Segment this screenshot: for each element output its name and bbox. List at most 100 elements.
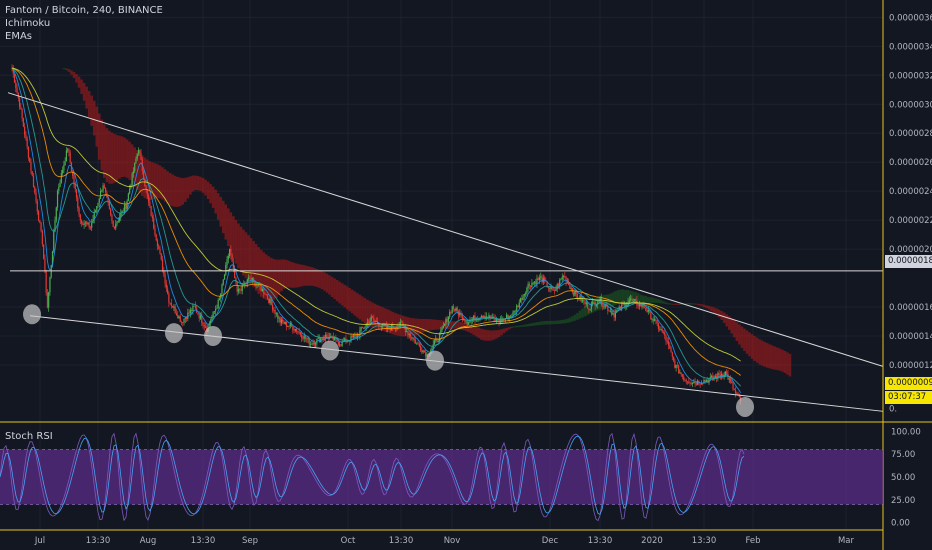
ichimoku-cloud-segment	[563, 319, 567, 324]
time-tick-label: 13:30	[588, 536, 613, 546]
candle-body	[676, 364, 678, 366]
candle-body	[524, 293, 527, 295]
candle-body	[417, 342, 419, 344]
candle-body	[101, 190, 103, 192]
candle-body	[614, 312, 617, 318]
candle-body	[247, 277, 250, 280]
price-tick-label: 0.00000160	[889, 303, 932, 313]
ichimoku-cloud-segment	[568, 317, 572, 323]
ichimoku-cloud-segment	[234, 219, 238, 264]
candle-body	[20, 107, 22, 110]
ichimoku-cloud-segment	[290, 261, 293, 288]
candle-body	[240, 290, 242, 291]
candle-body	[506, 314, 508, 319]
candle-body	[437, 341, 439, 342]
ichimoku-cloud-segment	[333, 278, 336, 300]
candle-body	[422, 350, 424, 353]
candle-body	[418, 343, 420, 347]
candle-body	[289, 323, 291, 327]
candle-body	[361, 327, 364, 329]
candle-body	[718, 373, 720, 376]
ichimoku-cloud-segment	[533, 322, 536, 326]
candle-body	[105, 187, 107, 193]
ichimoku-cloud-segment	[65, 68, 68, 70]
ichimoku-cloud-segment	[702, 304, 706, 308]
candle-body	[117, 220, 119, 222]
ichimoku-cloud-segment	[330, 276, 334, 297]
candle-body	[311, 343, 313, 345]
ichimoku-cloud-segment	[710, 306, 713, 312]
candle-body	[409, 333, 412, 337]
candle-body	[354, 335, 356, 337]
candle-body	[15, 82, 17, 88]
candle-body	[339, 344, 341, 346]
ichimoku-cloud-segment	[206, 181, 210, 200]
candle-body	[565, 276, 567, 283]
candle-body	[613, 313, 615, 318]
ichimoku-cloud-segment	[507, 327, 511, 330]
candle-body	[136, 153, 138, 159]
ichimoku-cloud-segment	[277, 259, 281, 295]
candle-body	[540, 276, 542, 278]
ichimoku-cloud-segment	[576, 312, 579, 320]
candle-body	[113, 227, 116, 229]
ichimoku-cloud-segment	[285, 259, 288, 288]
candle-body	[62, 170, 64, 174]
candle-body	[643, 307, 646, 309]
candle-body	[189, 309, 191, 314]
candle-body	[283, 322, 285, 325]
ichimoku-cloud-segment	[335, 280, 339, 302]
ichimoku-legend[interactable]: Ichimoku	[5, 17, 50, 30]
ema-legend[interactable]: EMAs	[5, 30, 32, 43]
candle-body	[681, 374, 684, 377]
time-tick-label: Mar	[838, 536, 855, 546]
candle-body	[177, 315, 179, 319]
candle-body	[441, 327, 443, 330]
ichimoku-cloud-segment	[424, 318, 427, 332]
candle-body	[65, 150, 67, 162]
stoch-rsi-band	[0, 449, 883, 505]
symbol-legend[interactable]: Fantom / Bitcoin, 240, BINANCE	[5, 4, 163, 17]
candle-body	[550, 287, 552, 289]
ichimoku-cloud-segment	[239, 226, 243, 273]
candle-body	[191, 309, 193, 311]
candle-body	[197, 312, 199, 315]
ichimoku-cloud-segment	[216, 193, 220, 220]
ichimoku-cloud-segment	[495, 330, 498, 339]
stoch-tick-label: 50.00	[891, 473, 915, 483]
candle-body	[307, 338, 309, 340]
stoch-rsi-legend[interactable]: Stoch RSI	[5, 430, 53, 443]
chart-canvas[interactable]: 0.00000360 0.00000340 0.00000320 0.00000300…	[0, 0, 932, 550]
candle-body	[401, 321, 403, 323]
candle-body	[521, 298, 523, 301]
candle-body	[166, 288, 169, 294]
candle-body	[532, 282, 534, 284]
candle-body	[656, 320, 658, 324]
ichimoku-cloud-segment	[669, 303, 673, 305]
candle-body	[449, 312, 451, 317]
ichimoku-cloud-segment	[211, 186, 215, 208]
ichimoku-cloud-segment	[700, 304, 703, 306]
time-tick-label: Aug	[140, 536, 157, 546]
ichimoku-cloud-segment	[776, 347, 779, 371]
candle-body	[24, 126, 26, 135]
candle-body	[549, 288, 551, 289]
ichimoku-cloud-segment	[343, 284, 346, 308]
candle-body	[225, 265, 227, 275]
candle-body	[169, 302, 171, 304]
candle-body	[667, 341, 670, 346]
candle-body	[22, 118, 24, 127]
ichimoku-cloud-segment	[120, 136, 124, 177]
ichimoku-cloud-segment	[474, 326, 478, 337]
candle-body	[669, 345, 671, 349]
candle-body	[595, 304, 598, 306]
ichimoku-cloud-segment	[523, 324, 526, 327]
candle-body	[390, 324, 393, 331]
candle-body	[29, 157, 31, 163]
candle-body	[164, 274, 166, 284]
candle-body	[352, 335, 355, 338]
ichimoku-cloud-segment	[778, 348, 782, 371]
candle-body	[455, 307, 457, 311]
candle-body	[294, 328, 296, 331]
ichimoku-cloud-segment	[300, 264, 303, 287]
